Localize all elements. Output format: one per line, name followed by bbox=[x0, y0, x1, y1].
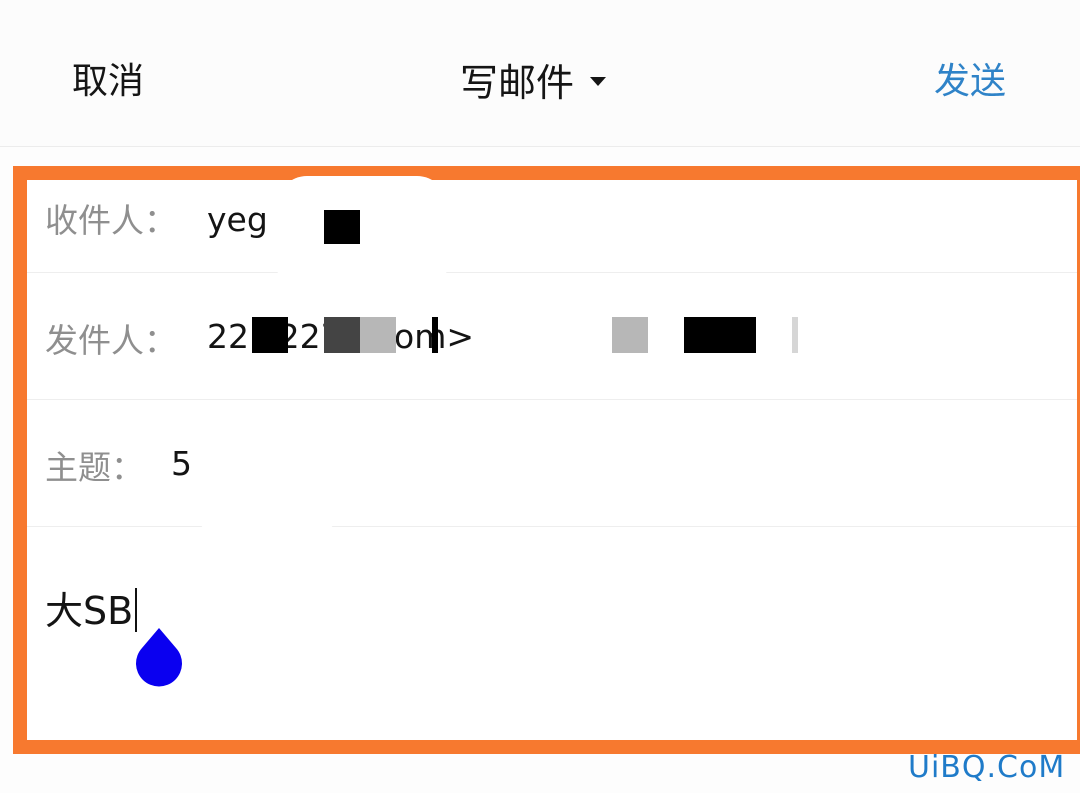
subject-value[interactable]: 5 bbox=[171, 444, 192, 483]
compose-mode-dropdown[interactable]: 写邮件 bbox=[460, 52, 607, 107]
watermark: UiBQ.CoM bbox=[908, 750, 1066, 785]
subject-field[interactable]: 主题： 5 bbox=[27, 399, 1077, 527]
redaction-block bbox=[684, 317, 756, 353]
redaction-blur bbox=[197, 420, 337, 540]
redaction-block bbox=[612, 317, 648, 353]
selection-handle-icon[interactable] bbox=[132, 626, 186, 692]
redaction-block bbox=[792, 317, 798, 353]
message-body-text[interactable]: 大SB bbox=[45, 580, 138, 635]
redaction-block bbox=[324, 210, 360, 244]
caret-down-icon bbox=[590, 77, 607, 86]
redaction-block bbox=[252, 317, 288, 353]
send-button[interactable]: 发送 bbox=[934, 52, 1006, 104]
message-body[interactable]: 大SB bbox=[27, 526, 1077, 740]
redaction-block bbox=[324, 317, 360, 353]
message-body-content: 大SB bbox=[45, 589, 134, 633]
recipient-field[interactable]: 收件人： yeg bbox=[27, 180, 1077, 273]
compose-header: 取消 写邮件 发送 bbox=[0, 0, 1080, 147]
recipient-value[interactable]: yeg bbox=[207, 200, 268, 239]
highlight-frame: 收件人： yeg 发件人： 22 k22702 om> 主题： 5 大SB bbox=[13, 166, 1080, 754]
sender-field[interactable]: 发件人： 22 k22702 om> bbox=[27, 272, 1077, 400]
cancel-button[interactable]: 取消 bbox=[72, 52, 144, 104]
redaction-block bbox=[432, 317, 438, 353]
redaction-block bbox=[360, 317, 396, 353]
sender-label: 发件人： bbox=[45, 321, 177, 360]
redaction-blur bbox=[277, 176, 447, 296]
subject-label: 主题： bbox=[45, 448, 144, 487]
recipient-label: 收件人： bbox=[45, 201, 177, 240]
page-title: 写邮件 bbox=[460, 61, 575, 105]
